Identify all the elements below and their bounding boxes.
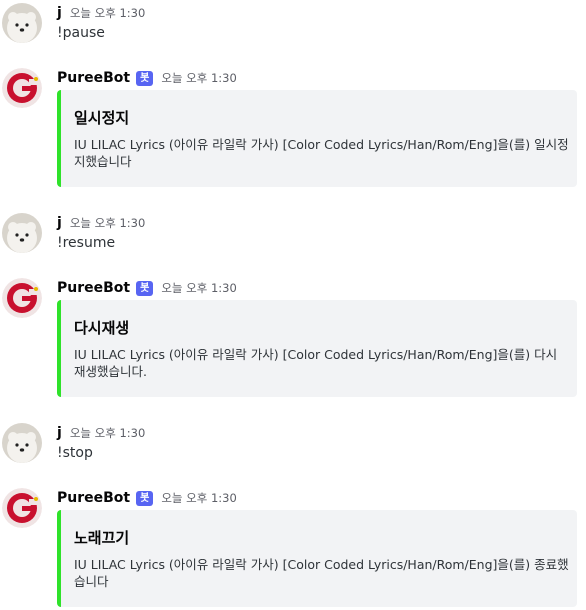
message-timestamp: 오늘 오후 1:30 [69,6,146,20]
bot-badge: 봇 [136,280,154,296]
bot-badge: 봇 [136,490,154,506]
embed: 다시재생 IU LILAC Lyrics (아이유 라일락 가사) [Color… [57,300,577,397]
bot-avatar[interactable] [2,488,42,528]
message-timestamp: 오늘 오후 1:30 [161,281,237,295]
user-avatar[interactable] [2,423,42,463]
message-timestamp: 오늘 오후 1:30 [69,426,146,440]
username[interactable]: j [57,425,62,441]
bot-badge: 봇 [136,70,154,86]
message-timestamp: 오늘 오후 1:30 [69,216,146,230]
message-timestamp: 오늘 오후 1:30 [161,71,237,85]
embed: 일시정지 IU LILAC Lyrics (아이유 라일락 가사) [Color… [57,90,577,187]
user-avatar[interactable] [2,3,42,43]
embed-title: 다시재생 [74,319,130,337]
message-text: !stop [57,445,93,461]
bot-avatar[interactable] [2,278,42,318]
username[interactable]: PureeBot [57,70,130,86]
message-timestamp: 오늘 오후 1:30 [161,491,237,505]
user-avatar[interactable] [2,213,42,253]
embed-description: IU LILAC Lyrics (아이유 라일락 가사) [Color Code… [74,347,558,379]
message-text: !resume [57,235,116,251]
embed-description: IU LILAC Lyrics (아이유 라일락 가사) [Color Code… [74,137,569,169]
username[interactable]: j [57,5,62,21]
embed-title: 노래끄기 [74,529,130,547]
username[interactable]: PureeBot [57,490,130,506]
chat-message-list: j 오늘 오후 1:30 !pause PureeBot 봇 오늘 오후 1:3… [0,0,586,610]
message-text: !pause [57,25,105,41]
username[interactable]: PureeBot [57,280,130,296]
bot-avatar[interactable] [2,68,42,108]
embed-title: 일시정지 [74,109,130,127]
embed-description: IU LILAC Lyrics (아이유 라일락 가사) [Color Code… [74,557,569,589]
embed: 노래끄기 IU LILAC Lyrics (아이유 라일락 가사) [Color… [57,510,577,607]
username[interactable]: j [57,215,62,231]
